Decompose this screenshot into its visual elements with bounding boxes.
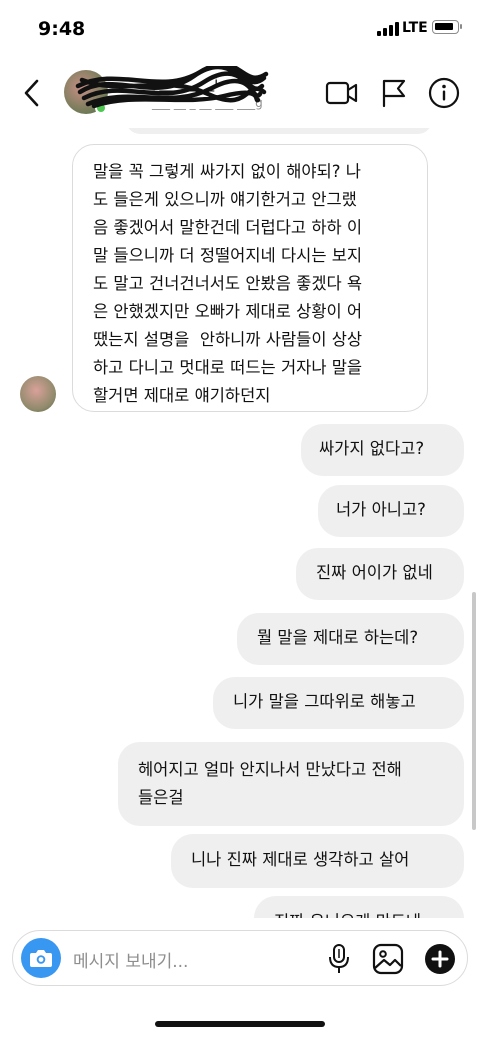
plus-icon[interactable] [424, 943, 456, 975]
camera-icon [30, 950, 52, 967]
message-text: 너가 아니고? [336, 500, 426, 519]
home-indicator[interactable] [155, 1021, 325, 1027]
incoming-message[interactable]: 말을 꼭 그렇게 싸가지 없이 해야되? 나 도 들은게 있으니까 얘기한거고 … [72, 144, 428, 412]
outgoing-message[interactable]: 진짜 어이가 없네 [296, 548, 464, 600]
outgoing-message[interactable]: 헤어지고 얼마 안지나서 만났다고 전해 들은걸 [118, 742, 464, 826]
message-thread[interactable]: 말을 꼭 그렇게 싸가지 없이 해야되? 나 도 들은게 있으니까 얘기한거고 … [0, 128, 480, 918]
message-text: 헤어지고 얼마 안지나서 만났다고 전해 들은걸 [138, 760, 402, 807]
outgoing-message[interactable]: 니가 말을 그따위로 해놓고 [213, 677, 464, 729]
back-button[interactable] [18, 76, 48, 110]
back-chevron-icon [24, 79, 39, 107]
peer-avatar[interactable] [20, 376, 56, 412]
outgoing-message[interactable]: 진짜 우니오게 만드네 [254, 896, 464, 918]
status-time: 9:48 [38, 18, 86, 40]
network-label: LTE [402, 20, 428, 36]
info-icon[interactable] [428, 77, 460, 109]
message-input[interactable]: 메시지 보내기... [73, 947, 188, 972]
redaction-scribble [75, 66, 269, 109]
gallery-icon[interactable] [372, 943, 404, 975]
message-text: 뭘 말을 제대로 하는데? [257, 628, 419, 647]
message-text: 말을 꼭 그렇게 싸가지 없이 해야되? 나 도 들은게 있으니까 얘기한거고 … [93, 162, 363, 405]
outgoing-message[interactable]: 뭘 말을 제대로 하는데? [237, 613, 464, 665]
status-bar: 9:48 LTE [0, 0, 480, 60]
outgoing-message[interactable]: 싸가지 없다고? [301, 424, 464, 476]
video-call-icon[interactable] [325, 80, 359, 106]
signal-icon [377, 22, 399, 36]
camera-button[interactable] [21, 938, 61, 978]
message-text: 니가 말을 그따위로 해놓고 [233, 692, 416, 711]
message-text: 진짜 어이가 없네 [316, 563, 433, 582]
flag-icon[interactable] [380, 78, 408, 108]
previous-message-bubble [126, 128, 432, 134]
outgoing-message[interactable]: 니나 진짜 제대로 생각하고 살어 [171, 834, 464, 888]
chat-header: ___ _ ___ __ _i ___ __ _ __ ___ ___g [0, 60, 480, 130]
battery-icon [432, 20, 462, 34]
message-text: 싸가지 없다고? [319, 439, 425, 458]
outgoing-message[interactable]: 너가 아니고? [318, 485, 464, 537]
message-text: 진짜 우니오게 만드네 [274, 908, 444, 918]
scrollbar[interactable] [472, 592, 476, 830]
message-text: 니나 진짜 제대로 생각하고 살어 [191, 850, 410, 869]
microphone-icon[interactable] [327, 943, 351, 975]
message-composer[interactable]: 메시지 보내기... [12, 930, 468, 986]
